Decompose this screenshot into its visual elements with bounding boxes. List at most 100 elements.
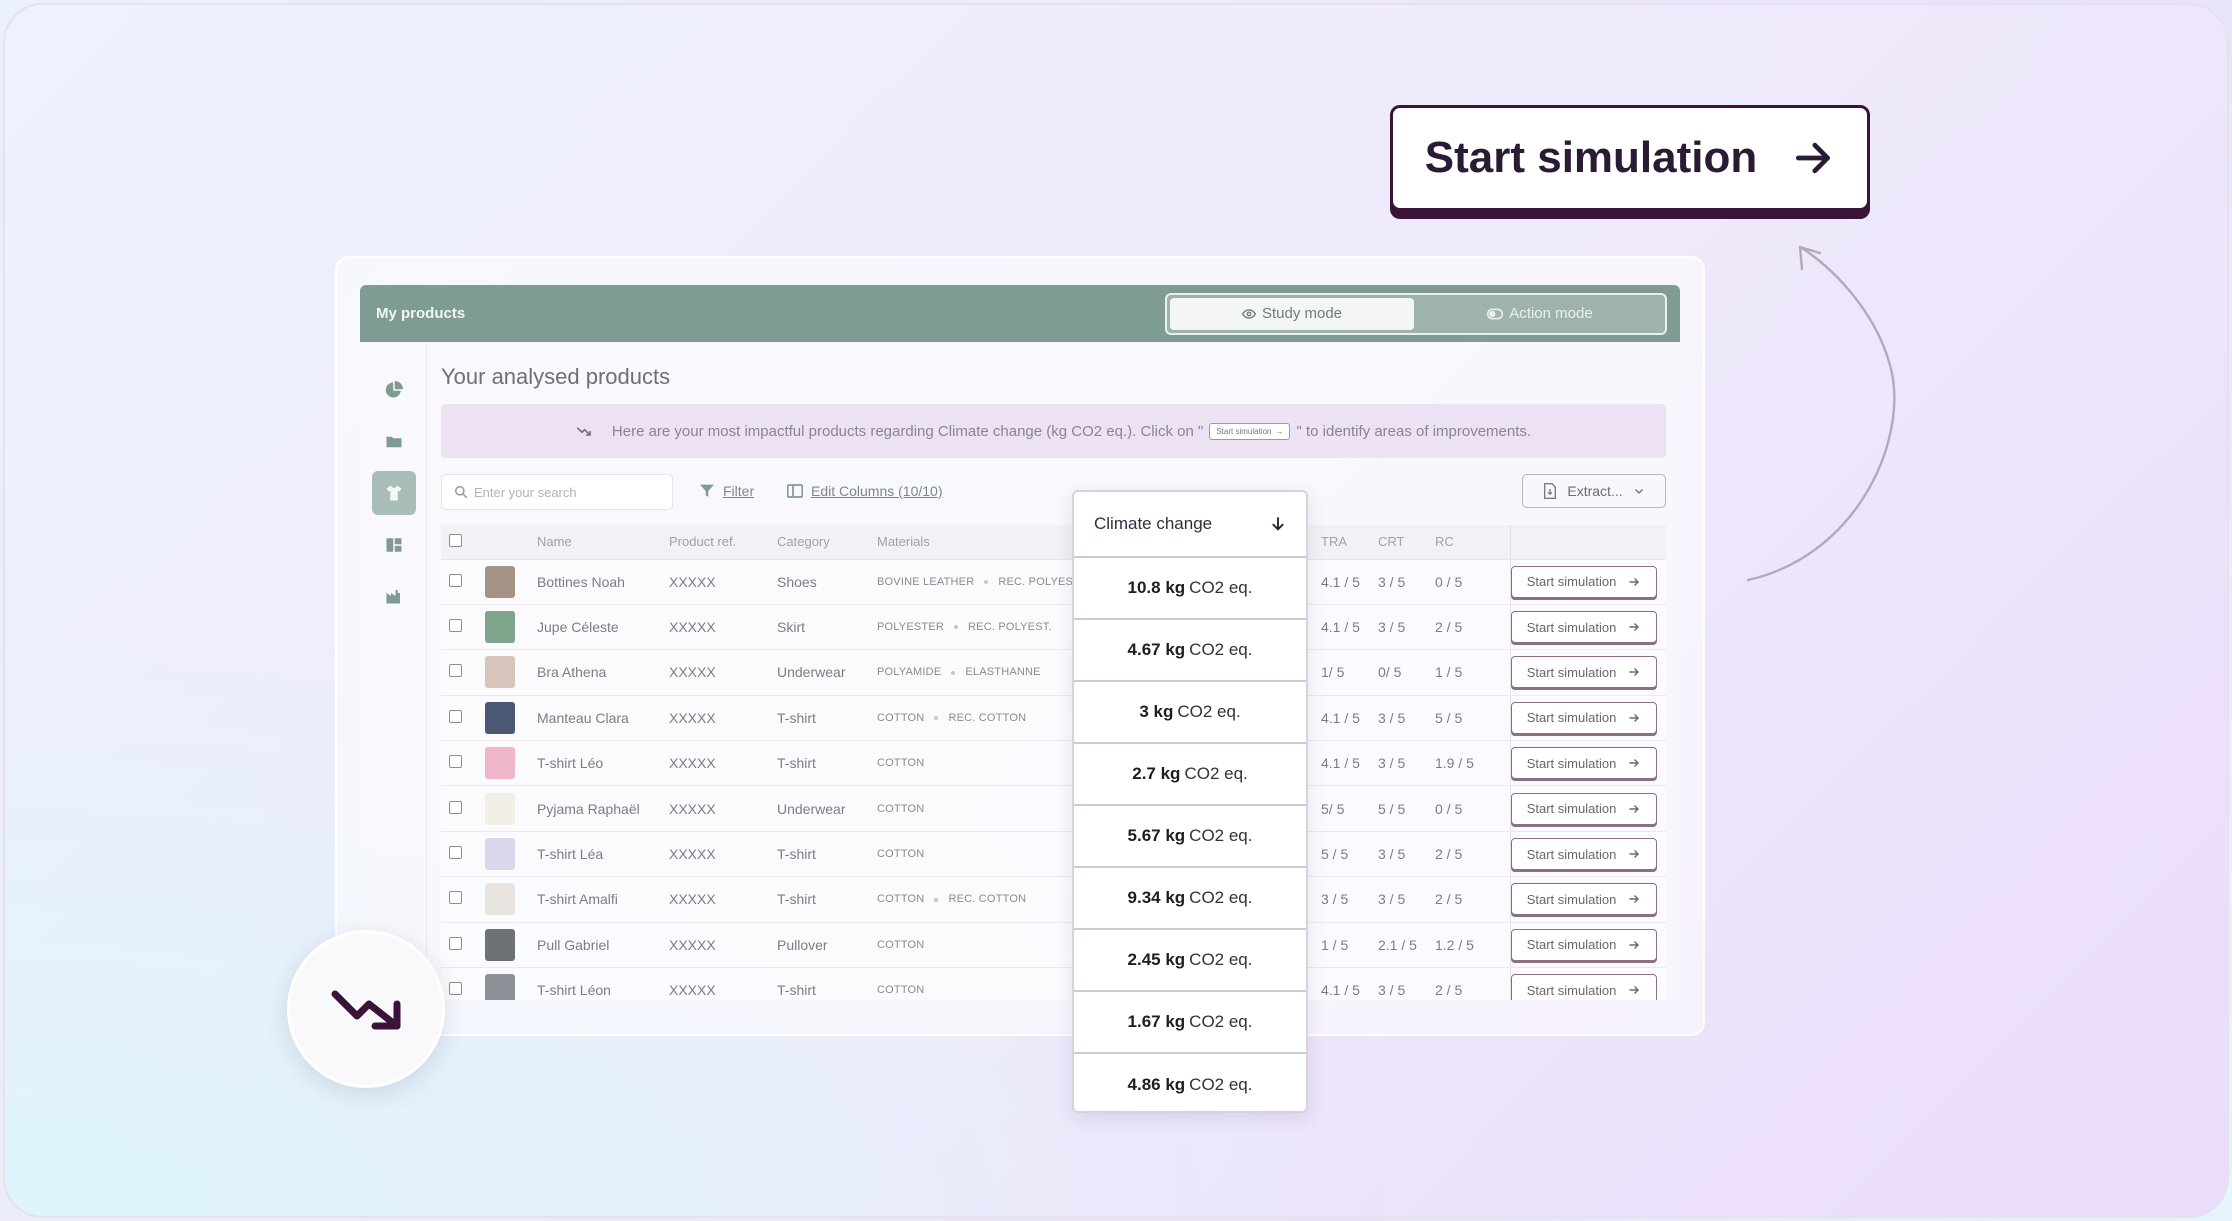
product-thumbnail bbox=[485, 656, 515, 689]
product-name[interactable]: Bottines Noah bbox=[537, 559, 669, 605]
study-mode-tab[interactable]: Study mode bbox=[1170, 297, 1414, 330]
arrow-right-icon bbox=[1629, 986, 1640, 995]
material-tag: BOVINE LEATHER bbox=[877, 575, 975, 588]
climate-value-unit: CO2 eq. bbox=[1189, 826, 1253, 845]
start-simulation-button[interactable]: Start simulation bbox=[1510, 656, 1657, 689]
start-simulation-label: Start simulation bbox=[1526, 619, 1617, 635]
table-row[interactable]: Bra Athena XXXXX Underwear POLYAMIDE ELAS… bbox=[441, 649, 1666, 696]
climate-change-value: 5.67 kg CO2 eq. bbox=[1074, 806, 1306, 868]
start-simulation-button[interactable]: Start simulation bbox=[1510, 747, 1657, 780]
start-simulation-cta[interactable]: Start simulation bbox=[1390, 105, 1870, 211]
start-simulation-button[interactable]: Start simulation bbox=[1510, 701, 1657, 734]
row-checkbox[interactable] bbox=[449, 573, 462, 587]
col-category[interactable]: Category bbox=[777, 525, 877, 560]
sidebar-item-dashboard[interactable] bbox=[372, 368, 416, 412]
table-row[interactable]: Jupe Céleste XXXXX Skirt POLYESTER REC. P… bbox=[441, 604, 1666, 651]
start-simulation-button[interactable]: Start simulation bbox=[1510, 792, 1657, 825]
table-row[interactable]: T-shirt Amalfi XXXXX T-shirt COTTON REC. … bbox=[441, 876, 1666, 923]
sidebar-item-folders[interactable] bbox=[372, 420, 416, 464]
score-rc: 2 / 5 bbox=[1435, 967, 1511, 1000]
material-tag: COTTON bbox=[877, 711, 925, 724]
score-tra: 3 / 5 bbox=[1321, 876, 1378, 923]
start-simulation-label: Start simulation bbox=[1526, 846, 1617, 862]
product-ref: XXXXX bbox=[669, 967, 777, 1000]
row-checkbox[interactable] bbox=[449, 982, 462, 996]
filter-button[interactable]: Filter bbox=[699, 483, 754, 499]
columns-icon bbox=[787, 484, 803, 498]
col-rc[interactable]: RC bbox=[1435, 525, 1511, 560]
start-simulation-button[interactable]: Start simulation bbox=[1510, 565, 1657, 598]
product-name[interactable]: T-shirt Léon bbox=[537, 967, 669, 1000]
table-row[interactable]: T-shirt Léo XXXXX T-shirt COTTON 4.1 / 5… bbox=[441, 740, 1666, 787]
row-checkbox[interactable] bbox=[449, 891, 462, 905]
notice-button-label: Start simulation bbox=[1216, 426, 1272, 436]
material-tag: COTTON bbox=[877, 757, 925, 770]
sidebar-item-factories[interactable] bbox=[372, 574, 416, 618]
col-name[interactable]: Name bbox=[537, 525, 669, 560]
score-crt: 3 / 5 bbox=[1378, 740, 1435, 787]
study-mode-label: Study mode bbox=[1261, 305, 1343, 322]
climate-change-value: 4.67 kg CO2 eq. bbox=[1074, 620, 1306, 682]
climate-value-number: 1.67 kg bbox=[1127, 1012, 1186, 1031]
trend-down-small-icon bbox=[576, 427, 591, 436]
row-checkbox[interactable] bbox=[449, 846, 462, 860]
row-checkbox[interactable] bbox=[449, 709, 462, 723]
row-checkbox[interactable] bbox=[449, 800, 462, 814]
arrow-right-icon bbox=[1629, 804, 1640, 813]
score-rc: 1 / 5 bbox=[1435, 649, 1511, 696]
col-tra[interactable]: TRA bbox=[1321, 525, 1378, 560]
top-bar: My products Study mode Action mode bbox=[360, 285, 1680, 342]
product-name[interactable]: T-shirt Léa bbox=[537, 831, 669, 878]
product-category: T-shirt bbox=[777, 831, 877, 878]
product-name[interactable]: Bra Athena bbox=[537, 649, 669, 696]
arrow-right-icon bbox=[1629, 850, 1640, 859]
product-name[interactable]: T-shirt Amalfi bbox=[537, 876, 669, 923]
climate-value-number: 5.67 kg bbox=[1127, 826, 1186, 845]
col-crt[interactable]: CRT bbox=[1378, 525, 1435, 560]
search-input[interactable]: Enter your search bbox=[441, 474, 673, 510]
climate-value-number: 2.45 kg bbox=[1127, 950, 1186, 969]
climate-change-value: 2.7 kg CO2 eq. bbox=[1074, 744, 1306, 806]
table-row[interactable]: T-shirt Léa XXXXX T-shirt COTTON 5 / 5 3… bbox=[441, 831, 1666, 878]
material-tag: REC. COTTON bbox=[948, 893, 1027, 906]
product-name[interactable]: T-shirt Léo bbox=[537, 740, 669, 787]
start-simulation-button[interactable]: Start simulation bbox=[1510, 974, 1657, 1000]
start-simulation-button[interactable]: Start simulation bbox=[1510, 883, 1657, 916]
extract-dropdown[interactable]: Extract... bbox=[1522, 474, 1666, 508]
start-simulation-button[interactable]: Start simulation bbox=[1510, 838, 1657, 871]
product-name[interactable]: Jupe Céleste bbox=[537, 604, 669, 651]
start-simulation-button[interactable]: Start simulation bbox=[1510, 928, 1657, 961]
row-checkbox[interactable] bbox=[449, 936, 462, 950]
table-row[interactable]: Pyjama Raphaël XXXXX Underwear COTTON 5/… bbox=[441, 785, 1666, 832]
start-simulation-label: Start simulation bbox=[1526, 664, 1617, 680]
climate-change-header[interactable]: Climate change bbox=[1074, 492, 1306, 558]
sidebar-item-products[interactable] bbox=[372, 471, 416, 515]
material-tag: REC. POLYEST. bbox=[998, 575, 1083, 588]
start-simulation-button[interactable]: Start simulation bbox=[1510, 611, 1657, 644]
sidebar-item-brands[interactable] bbox=[372, 523, 416, 567]
product-category: Pullover bbox=[777, 922, 877, 969]
edit-columns-button[interactable]: Edit Columns (10/10) bbox=[787, 483, 943, 499]
row-checkbox[interactable] bbox=[449, 664, 462, 678]
product-category: Skirt bbox=[777, 604, 877, 651]
col-product-ref[interactable]: Product ref. bbox=[669, 525, 777, 560]
product-name[interactable]: Pull Gabriel bbox=[537, 922, 669, 969]
row-checkbox[interactable] bbox=[449, 755, 462, 769]
table-row[interactable]: T-shirt Léon XXXXX T-shirt COTTON 4.1 / … bbox=[441, 967, 1666, 1000]
table-row[interactable]: Pull Gabriel XXXXX Pullover COTTON 1 / 5… bbox=[441, 922, 1666, 969]
score-crt: 5 / 5 bbox=[1378, 785, 1435, 832]
product-thumbnail bbox=[485, 928, 515, 961]
score-tra: 1 / 5 bbox=[1321, 922, 1378, 969]
action-mode-tab[interactable]: Action mode bbox=[1418, 298, 1662, 330]
product-name[interactable]: Pyjama Raphaël bbox=[537, 785, 669, 832]
arrow-right-icon bbox=[1629, 895, 1640, 904]
climate-value-unit: CO2 eq. bbox=[1189, 950, 1253, 969]
climate-value-unit: CO2 eq. bbox=[1189, 578, 1253, 597]
product-name[interactable]: Manteau Clara bbox=[537, 695, 669, 742]
main-content: Your analysed products Here are your mos… bbox=[441, 342, 1668, 1000]
notice-text-after: " to identify areas of improvements. bbox=[1296, 422, 1532, 440]
row-checkbox[interactable] bbox=[449, 619, 462, 633]
select-all-checkbox[interactable] bbox=[449, 533, 462, 547]
table-row[interactable]: Manteau Clara XXXXX T-shirt COTTON REC. C… bbox=[441, 695, 1666, 742]
table-row[interactable]: Bottines Noah XXXXX Shoes BOVINE LEATHER… bbox=[441, 559, 1666, 605]
